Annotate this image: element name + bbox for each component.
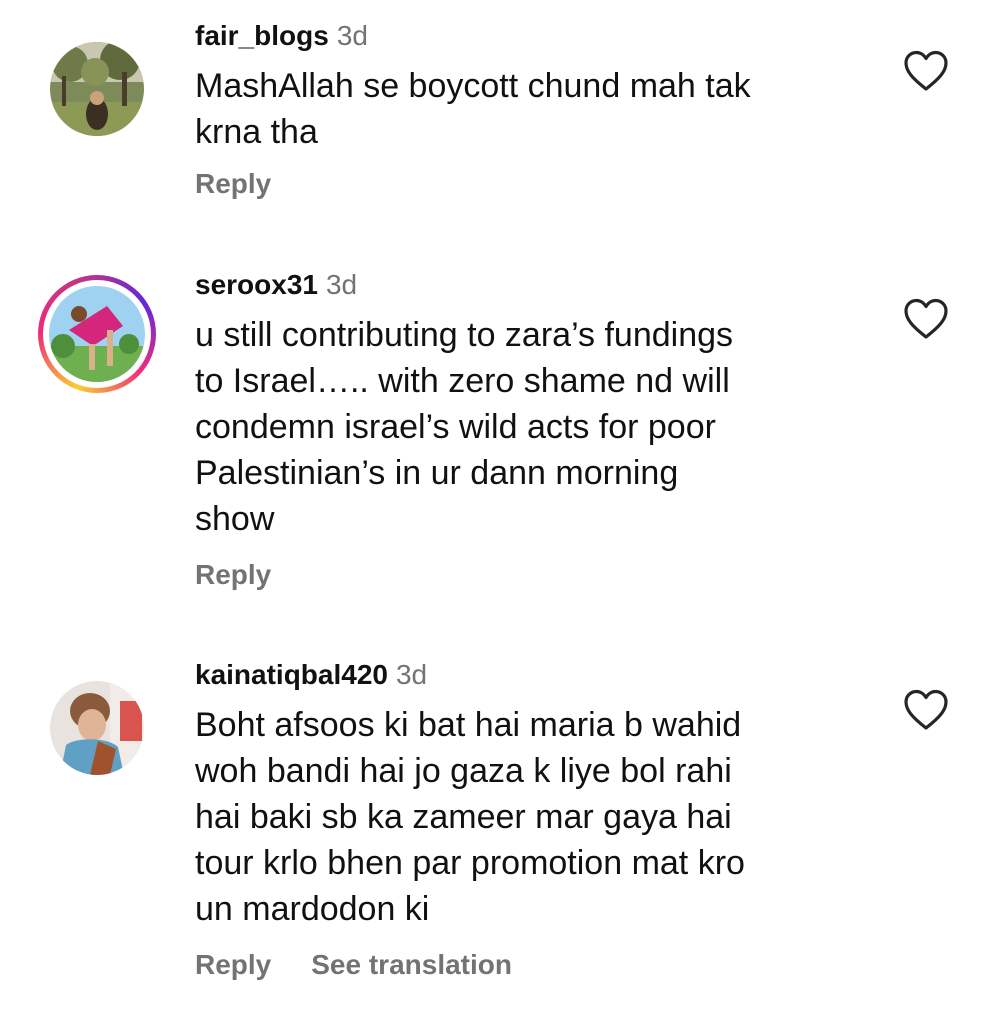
avatar[interactable] <box>50 42 144 136</box>
like-button[interactable] <box>902 297 950 341</box>
see-translation-button[interactable]: See translation <box>311 949 512 980</box>
comment-text-line: to Israel….. with zero shame nd will <box>195 362 730 400</box>
timestamp: 3d <box>325 269 358 300</box>
heart-outline-icon <box>904 689 948 730</box>
reply-button[interactable]: Reply <box>195 559 271 590</box>
timestamp: 3d <box>395 659 428 690</box>
avatar-image <box>50 681 144 775</box>
comment-text-line: condemn israel’s wild acts for poor <box>195 408 716 446</box>
comment-text-line: show <box>195 500 275 538</box>
comment-text-line: krna tha <box>195 113 318 151</box>
username[interactable]: seroox31 <box>195 269 318 300</box>
avatar[interactable] <box>50 681 144 775</box>
comment-text-line: hai baki sb ka zameer mar gaya hai <box>195 798 732 836</box>
comment-text-line: un mardodon ki <box>195 890 430 928</box>
story-ring[interactable] <box>38 275 156 393</box>
comment-header: fair_blogs 3d <box>195 18 368 54</box>
comment-header: seroox31 3d <box>195 267 357 303</box>
comment-text-line: Palestinian’s in ur dann morning <box>195 454 679 492</box>
like-button[interactable] <box>902 688 950 732</box>
avatar-image <box>49 286 145 382</box>
comment-text-line: tour krlo bhen par promotion mat kro <box>195 844 745 882</box>
comment-actions: Reply See translation <box>195 947 512 983</box>
heart-outline-icon <box>904 50 948 91</box>
comment-text: u still contributing to zara’s fundings … <box>195 312 835 542</box>
username[interactable]: fair_blogs <box>195 20 329 51</box>
comment-text: MashAllah se boycott chund mah tak krna … <box>195 63 835 155</box>
reply-button[interactable]: Reply <box>195 168 271 199</box>
avatar <box>49 286 145 382</box>
reply-button[interactable]: Reply <box>195 949 271 980</box>
comment-text: Boht afsoos ki bat hai maria b wahid woh… <box>195 702 835 932</box>
comment-text-line: Boht afsoos ki bat hai maria b wahid <box>195 706 742 744</box>
comment-actions: Reply <box>195 557 271 593</box>
like-button[interactable] <box>902 49 950 93</box>
username[interactable]: kainatiqbal420 <box>195 659 388 690</box>
avatar-image <box>50 42 144 136</box>
comment-actions: Reply <box>195 166 271 202</box>
comment-header: kainatiqbal420 3d <box>195 657 427 693</box>
comment-text-line: u still contributing to zara’s fundings <box>195 316 734 354</box>
comment-text-line: MashAllah se boycott chund mah tak <box>195 67 751 105</box>
timestamp: 3d <box>336 20 368 51</box>
comment-text-line: woh bandi hai jo gaza k liye bol rahi <box>195 752 732 790</box>
heart-outline-icon <box>904 298 948 339</box>
